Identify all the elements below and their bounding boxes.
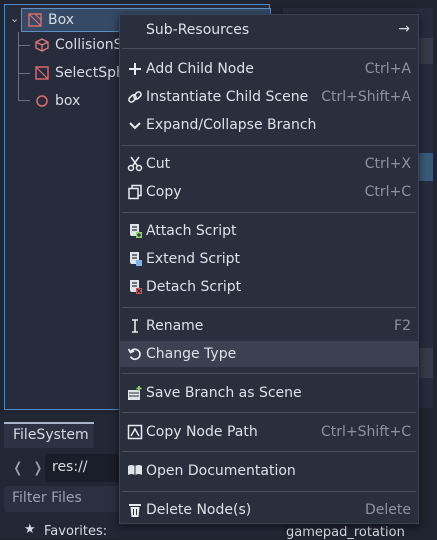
context-menu: Sub-Resources → Add Child Node Ctrl+A In… (119, 14, 419, 524)
trash-icon (129, 504, 141, 517)
text-cursor-icon (132, 319, 138, 333)
menu-item-change-type[interactable]: Change Type (120, 341, 418, 367)
collision-shape-icon (35, 38, 49, 52)
tree-item-selectsphere[interactable]: SelectSph (35, 61, 125, 85)
copy-icon (128, 184, 142, 200)
menu-item-detach-script[interactable]: Detach Script (120, 274, 418, 300)
docs-icon (128, 465, 142, 475)
menu-item-add-child-node[interactable]: Add Child Node Ctrl+A (120, 56, 418, 82)
menu-item-cut[interactable]: Cut Ctrl+X (120, 151, 418, 177)
menu-item-delete-nodes[interactable]: Delete Node(s) Delete (120, 497, 418, 523)
menu-separator (122, 48, 416, 49)
menu-separator (122, 145, 416, 146)
circle-node-icon (36, 95, 48, 107)
script-remove-icon (130, 280, 142, 294)
menu-separator (122, 212, 416, 213)
menu-separator (122, 307, 416, 308)
node-path-icon (127, 424, 143, 440)
chevron-down-icon[interactable]: ⌄ (10, 12, 19, 25)
inspector-property[interactable]: gamepad_rotation (286, 525, 405, 540)
scissors-icon (127, 156, 143, 172)
menu-item-instantiate-child-scene[interactable]: Instantiate Child Scene Ctrl+Shift+A (120, 84, 418, 110)
script-extend-icon (130, 252, 142, 266)
menu-item-open-documentation[interactable]: Open Documentation (120, 458, 418, 484)
tree-item-boxchild[interactable]: box (35, 89, 80, 113)
menu-separator (122, 491, 416, 492)
select-sphere-icon (35, 66, 49, 80)
tab-filesystem[interactable]: FileSystem (4, 422, 94, 448)
plus-icon (129, 63, 141, 75)
menu-separator (122, 451, 416, 452)
mesh-node-icon (28, 13, 42, 27)
menu-item-save-branch[interactable]: Save Branch as Scene (120, 380, 418, 406)
chevron-down-icon (129, 122, 141, 130)
menu-separator (122, 373, 416, 374)
tree-item-label: SelectSph (55, 65, 125, 81)
save-scene-icon (128, 386, 142, 400)
tree-item-collision[interactable]: CollisionS (35, 33, 123, 57)
star-icon: ★ (24, 522, 36, 537)
script-add-icon (130, 224, 142, 238)
menu-item-copy-node-path[interactable]: Copy Node Path Ctrl+Shift+C (120, 419, 418, 445)
menu-item-rename[interactable]: Rename F2 (120, 313, 418, 339)
menu-item-extend-script[interactable]: Extend Script (120, 246, 418, 272)
menu-item-expand-collapse[interactable]: Expand/Collapse Branch (120, 112, 418, 138)
menu-item-attach-script[interactable]: Attach Script (120, 218, 418, 244)
tree-item-label: CollisionS (55, 37, 123, 53)
menu-item-sub-resources[interactable]: Sub-Resources → (120, 17, 418, 43)
forward-icon[interactable]: ❭ (32, 460, 44, 476)
arrow-right-icon: → (398, 21, 410, 37)
tree-guide (18, 100, 30, 101)
rotate-icon (127, 348, 141, 361)
back-icon[interactable]: ❬ (12, 460, 24, 476)
tree-guide (18, 73, 30, 74)
tree-item-label: Box (48, 12, 75, 28)
link-icon (128, 91, 142, 103)
tree-guide (18, 32, 19, 100)
menu-item-copy[interactable]: Copy Ctrl+C (120, 179, 418, 205)
tree-item-label: box (55, 93, 81, 109)
tree-guide (18, 45, 30, 46)
menu-separator (122, 412, 416, 413)
